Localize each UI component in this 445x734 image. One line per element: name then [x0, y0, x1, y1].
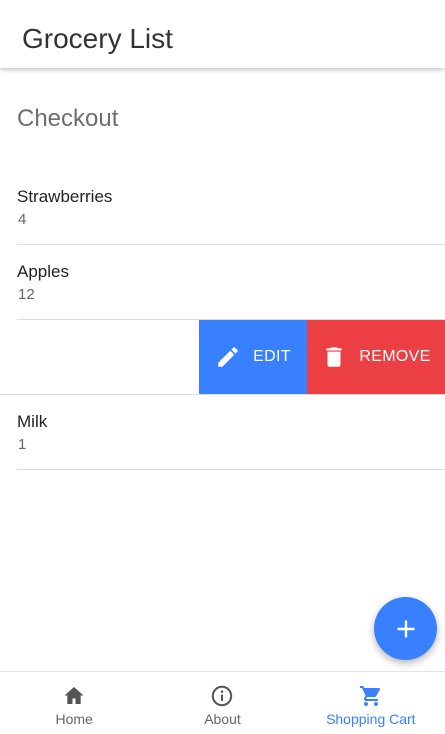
tab-shopping-cart[interactable]: Shopping Cart	[297, 672, 445, 734]
tab-bar: Home About Shopping Cart	[0, 671, 445, 734]
section-title: Checkout	[17, 105, 119, 132]
tab-label: Shopping Cart	[326, 711, 416, 727]
remove-label: REMOVE	[359, 348, 431, 365]
add-item-button[interactable]	[374, 597, 437, 660]
item-quantity: 12	[18, 286, 35, 303]
app-root: Grocery List Checkout Strawberries 4 App…	[0, 0, 445, 734]
edit-label: EDIT	[253, 348, 291, 365]
tab-home[interactable]: Home	[0, 672, 148, 734]
info-icon	[210, 684, 234, 708]
page-title: Grocery List	[22, 23, 173, 54]
list-item-swiped[interactable]: EDIT REMOVE	[0, 320, 445, 395]
tab-label: Home	[55, 711, 93, 727]
divider	[17, 469, 445, 470]
home-icon	[62, 684, 86, 708]
grocery-list: Strawberries 4 Apples 12 EDIT REMOVE Mil…	[0, 170, 445, 470]
trash-icon	[321, 344, 347, 370]
cart-icon	[359, 684, 383, 708]
list-item[interactable]: Milk 1	[0, 395, 445, 470]
list-item[interactable]: Apples 12	[0, 245, 445, 320]
app-header: Grocery List	[0, 0, 445, 68]
pencil-icon	[215, 344, 241, 370]
edit-button[interactable]: EDIT	[199, 320, 307, 394]
item-quantity: 1	[18, 436, 27, 453]
item-name: Milk	[17, 412, 48, 431]
remove-button[interactable]: REMOVE	[307, 320, 445, 394]
tab-about[interactable]: About	[148, 672, 296, 734]
plus-icon	[393, 616, 419, 642]
tab-label: About	[204, 711, 241, 727]
item-name: Apples	[17, 262, 69, 281]
item-quantity: 4	[18, 211, 27, 228]
item-name: Strawberries	[17, 187, 113, 206]
list-item[interactable]: Strawberries 4	[0, 170, 445, 245]
